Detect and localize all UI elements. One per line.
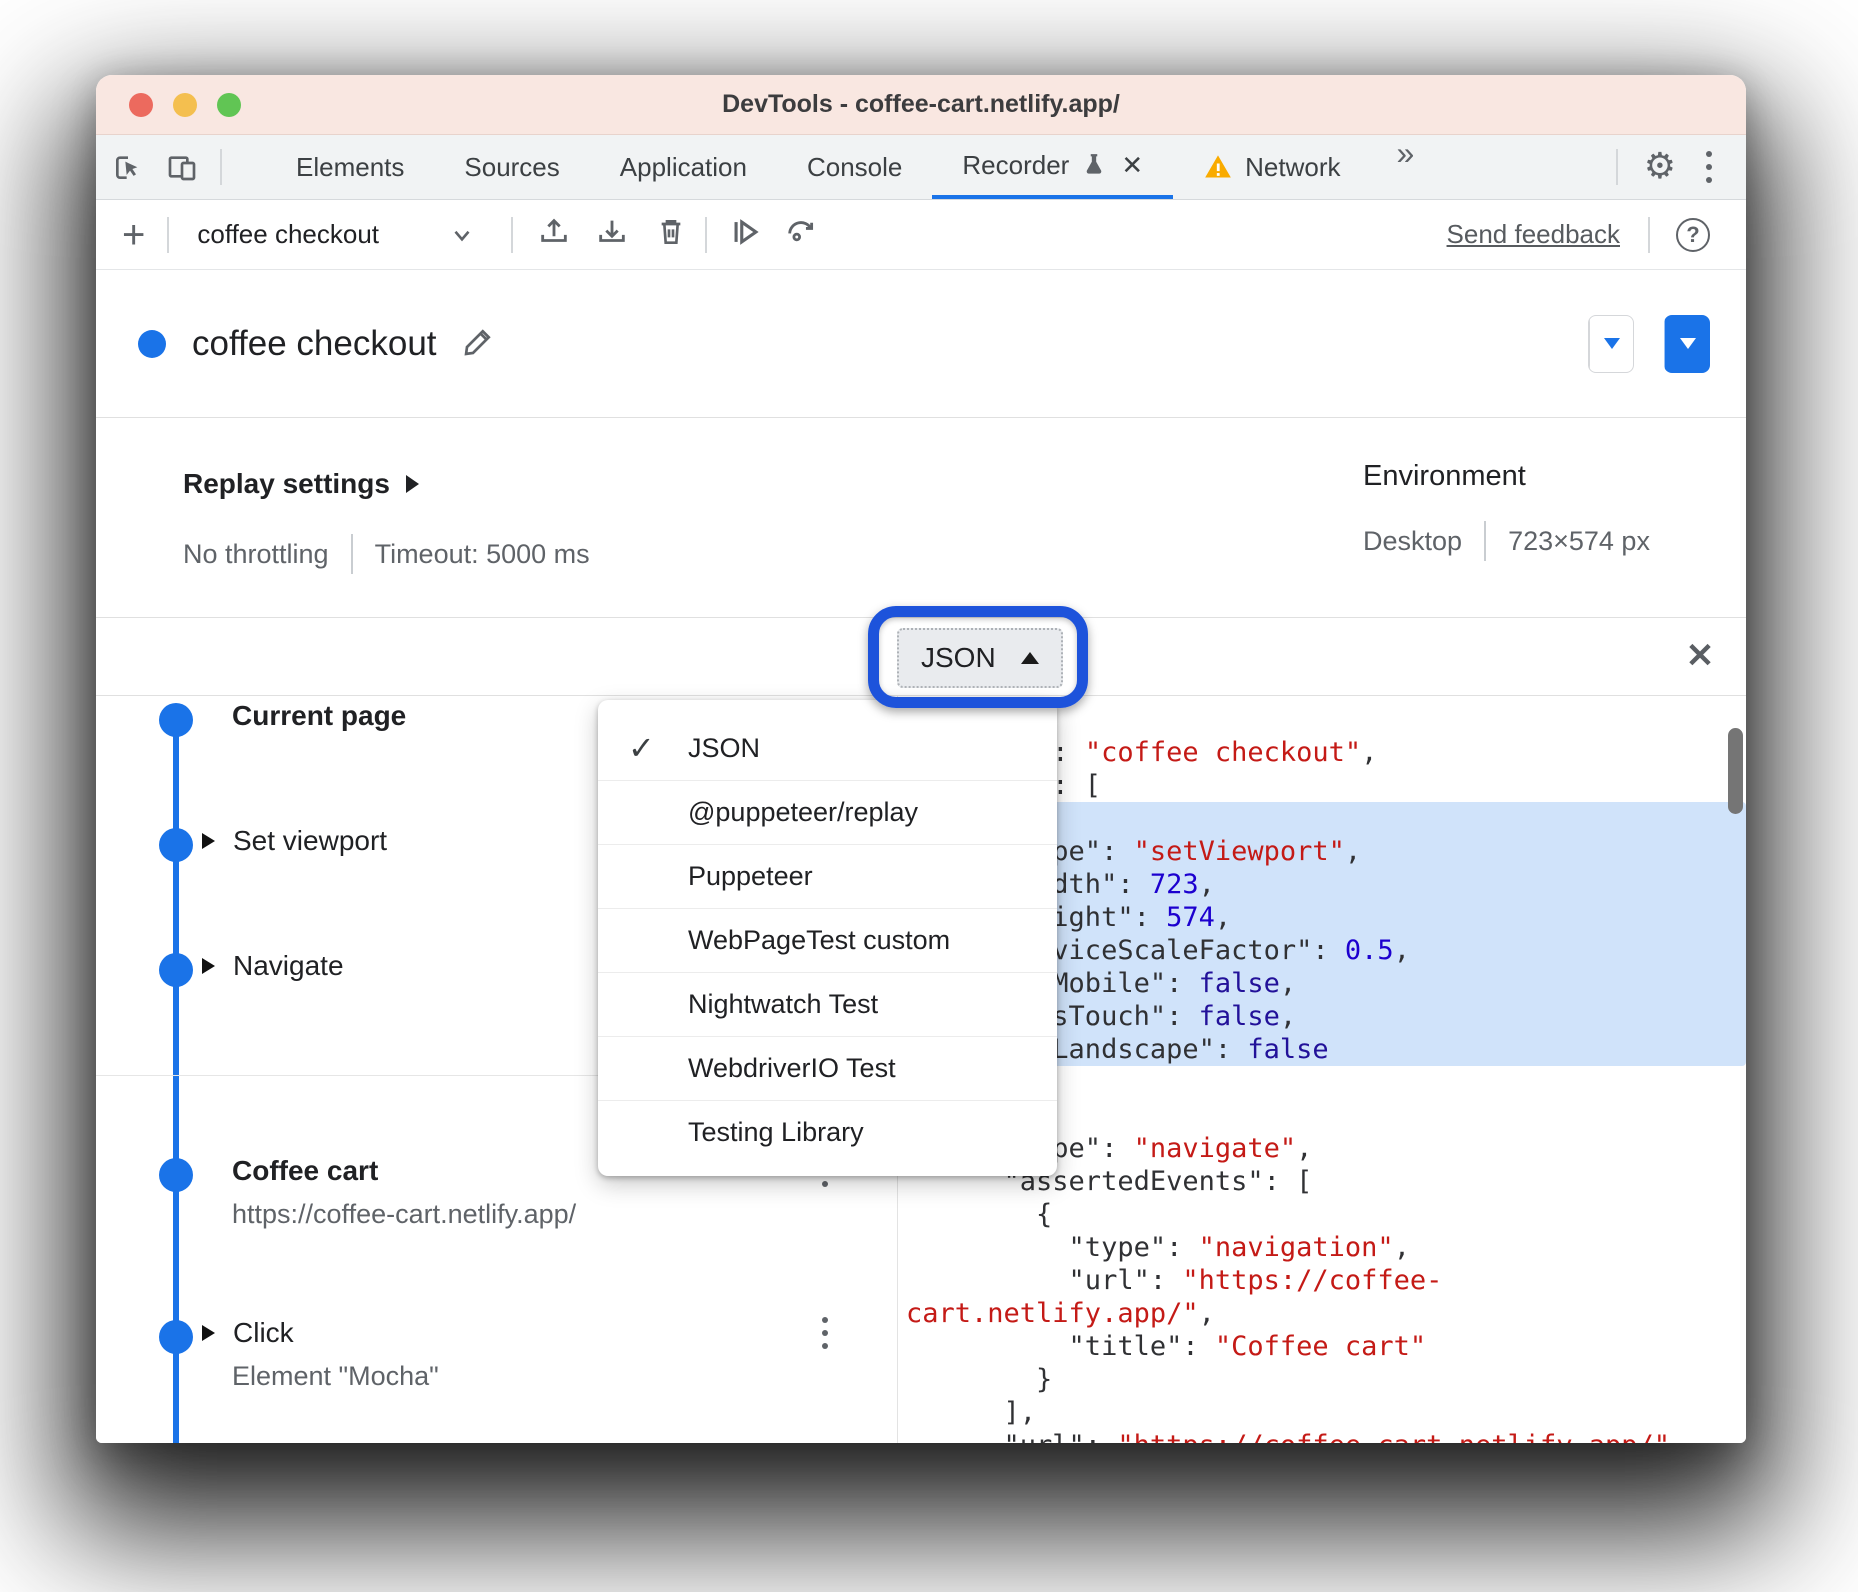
expander-icon[interactable] bbox=[202, 958, 215, 974]
close-export-view-icon[interactable]: ✕ bbox=[1676, 632, 1724, 680]
recording-title: coffee checkout bbox=[192, 324, 437, 364]
menu-item-json[interactable]: ✓ JSON bbox=[598, 716, 1057, 780]
menu-item-testing-library[interactable]: Testing Library bbox=[598, 1100, 1057, 1164]
divider bbox=[220, 149, 222, 185]
menu-item-webdriverio-test[interactable]: WebdriverIO Test bbox=[598, 1036, 1057, 1100]
timeout-value: Timeout: 5000 ms bbox=[375, 539, 590, 570]
step-title: Click bbox=[233, 1317, 294, 1349]
divider bbox=[351, 534, 353, 574]
step-title: Set viewport bbox=[233, 825, 387, 857]
menu-item-label: WebPageTest custom bbox=[688, 925, 950, 956]
device-value: Desktop bbox=[1363, 526, 1462, 557]
step-click[interactable]: Click Element "Mocha" bbox=[96, 1317, 897, 1392]
export-recording-icon[interactable] bbox=[595, 215, 629, 254]
help-icon[interactable]: ? bbox=[1676, 218, 1710, 252]
step-subtitle: https://coffee-cart.netlify.app/ bbox=[96, 1199, 897, 1230]
tab-recorder[interactable]: Recorder ✕ bbox=[932, 135, 1173, 199]
menu-item-label: WebdriverIO Test bbox=[688, 1053, 896, 1084]
close-recorder-tab-icon[interactable]: ✕ bbox=[1121, 150, 1143, 181]
send-feedback-link[interactable]: Send feedback bbox=[1447, 219, 1620, 250]
title-bar: DevTools - coffee-cart.netlify.app/ bbox=[96, 75, 1746, 135]
menu-item-label: Testing Library bbox=[688, 1117, 864, 1148]
expander-icon[interactable] bbox=[202, 1325, 215, 1341]
recording-select-value[interactable]: coffee checkout bbox=[197, 219, 379, 250]
expander-icon bbox=[406, 475, 419, 493]
code-line: "url": "https://coffee- bbox=[898, 1264, 1746, 1297]
throttling-value: No throttling bbox=[183, 539, 329, 570]
replay-sequence-icon[interactable] bbox=[783, 215, 819, 254]
devtools-window: DevTools - coffee-cart.netlify.app/ Elem… bbox=[96, 75, 1746, 1443]
code-line: ], bbox=[898, 1396, 1746, 1429]
tab-console[interactable]: Console bbox=[777, 135, 932, 199]
step-menu-icon[interactable] bbox=[818, 1313, 832, 1353]
code-line: "title": "Coffee cart" bbox=[898, 1330, 1746, 1363]
recording-header: coffee checkout Performance panel bbox=[96, 270, 1746, 418]
divider bbox=[511, 217, 513, 253]
replay-settings-section: Replay settings No throttling Timeout: 5… bbox=[96, 418, 1746, 617]
chevron-up-icon bbox=[1021, 652, 1039, 664]
code-line: cart.netlify.app/", bbox=[898, 1297, 1746, 1330]
code-line: { bbox=[898, 1198, 1746, 1231]
more-tabs-button[interactable]: » bbox=[1370, 135, 1440, 199]
menu-item-webpagetest-custom[interactable]: WebPageTest custom bbox=[598, 908, 1057, 972]
experiment-flask-icon bbox=[1081, 151, 1107, 179]
divider bbox=[167, 217, 169, 253]
step-title: Current page bbox=[232, 700, 406, 732]
viewport-value: 723×574 px bbox=[1508, 526, 1650, 557]
minimize-window-button[interactable] bbox=[173, 93, 197, 117]
close-window-button[interactable] bbox=[129, 93, 153, 117]
tab-application[interactable]: Application bbox=[590, 135, 777, 199]
menu-item-label: JSON bbox=[688, 733, 760, 764]
environment-label: Environment bbox=[1363, 460, 1650, 493]
performance-panel-dropdown[interactable] bbox=[1589, 316, 1633, 372]
devtools-menu-icon[interactable] bbox=[1702, 147, 1716, 187]
code-line: "type": "navigation", bbox=[898, 1231, 1746, 1264]
warning-icon bbox=[1203, 153, 1233, 181]
scrollbar-thumb[interactable] bbox=[1728, 728, 1743, 814]
performance-panel-button[interactable]: Performance panel bbox=[1588, 315, 1634, 373]
step-subtitle: Element "Mocha" bbox=[96, 1361, 897, 1392]
menu-item-label: @puppeteer/replay bbox=[688, 797, 918, 828]
expander-icon[interactable] bbox=[202, 833, 215, 849]
divider bbox=[1648, 217, 1650, 253]
divider bbox=[705, 217, 707, 253]
menu-item-label: Puppeteer bbox=[688, 861, 813, 892]
inspect-element-icon[interactable] bbox=[112, 151, 144, 183]
menu-item-puppeteer[interactable]: Puppeteer bbox=[598, 844, 1057, 908]
recorder-toolbar: + coffee checkout bbox=[96, 200, 1746, 270]
replay-dropdown[interactable] bbox=[1664, 315, 1710, 373]
export-bar: JSON ✕ bbox=[96, 617, 1746, 696]
replay-settings-toggle[interactable]: Replay settings bbox=[183, 468, 419, 500]
menu-item-nightwatch-test[interactable]: Nightwatch Test bbox=[598, 972, 1057, 1036]
import-recording-icon[interactable] bbox=[537, 215, 571, 254]
window-title: DevTools - coffee-cart.netlify.app/ bbox=[722, 90, 1120, 119]
chevron-down-icon[interactable] bbox=[439, 222, 485, 248]
tab-elements[interactable]: Elements bbox=[266, 135, 434, 199]
step-over-replay-icon[interactable] bbox=[729, 215, 763, 254]
code-line: } bbox=[898, 1363, 1746, 1396]
divider bbox=[1484, 521, 1486, 561]
edit-title-icon[interactable] bbox=[461, 323, 497, 364]
export-format-menu: ✓ JSON @puppeteer/replay Puppeteer WebPageTe… bbox=[598, 700, 1057, 1176]
delete-recording-icon[interactable] bbox=[655, 215, 687, 254]
add-recording-icon[interactable]: + bbox=[122, 215, 145, 255]
settings-gear-icon[interactable]: ⚙ bbox=[1644, 149, 1676, 185]
step-title: Coffee cart bbox=[232, 1155, 378, 1187]
menu-item-label: Nightwatch Test bbox=[688, 989, 878, 1020]
zoom-window-button[interactable] bbox=[217, 93, 241, 117]
tab-network[interactable]: Network bbox=[1173, 135, 1370, 199]
code-line: "url": "https://coffee-cart.netlify.app/… bbox=[898, 1429, 1746, 1443]
menu-item--puppeteer-replay[interactable]: @puppeteer/replay bbox=[598, 780, 1057, 844]
tab-sources[interactable]: Sources bbox=[434, 135, 589, 199]
devtools-tab-bar: Elements Sources Application Console Rec… bbox=[96, 135, 1746, 200]
recording-dot-icon bbox=[138, 330, 166, 358]
export-format-select[interactable]: JSON bbox=[897, 628, 1063, 688]
toggle-device-toolbar-icon[interactable] bbox=[166, 151, 198, 183]
check-icon: ✓ bbox=[628, 729, 655, 767]
divider bbox=[1616, 149, 1618, 185]
traffic-lights bbox=[129, 93, 241, 117]
step-title: Navigate bbox=[233, 950, 344, 982]
replay-button[interactable]: Replay bbox=[1664, 315, 1710, 373]
